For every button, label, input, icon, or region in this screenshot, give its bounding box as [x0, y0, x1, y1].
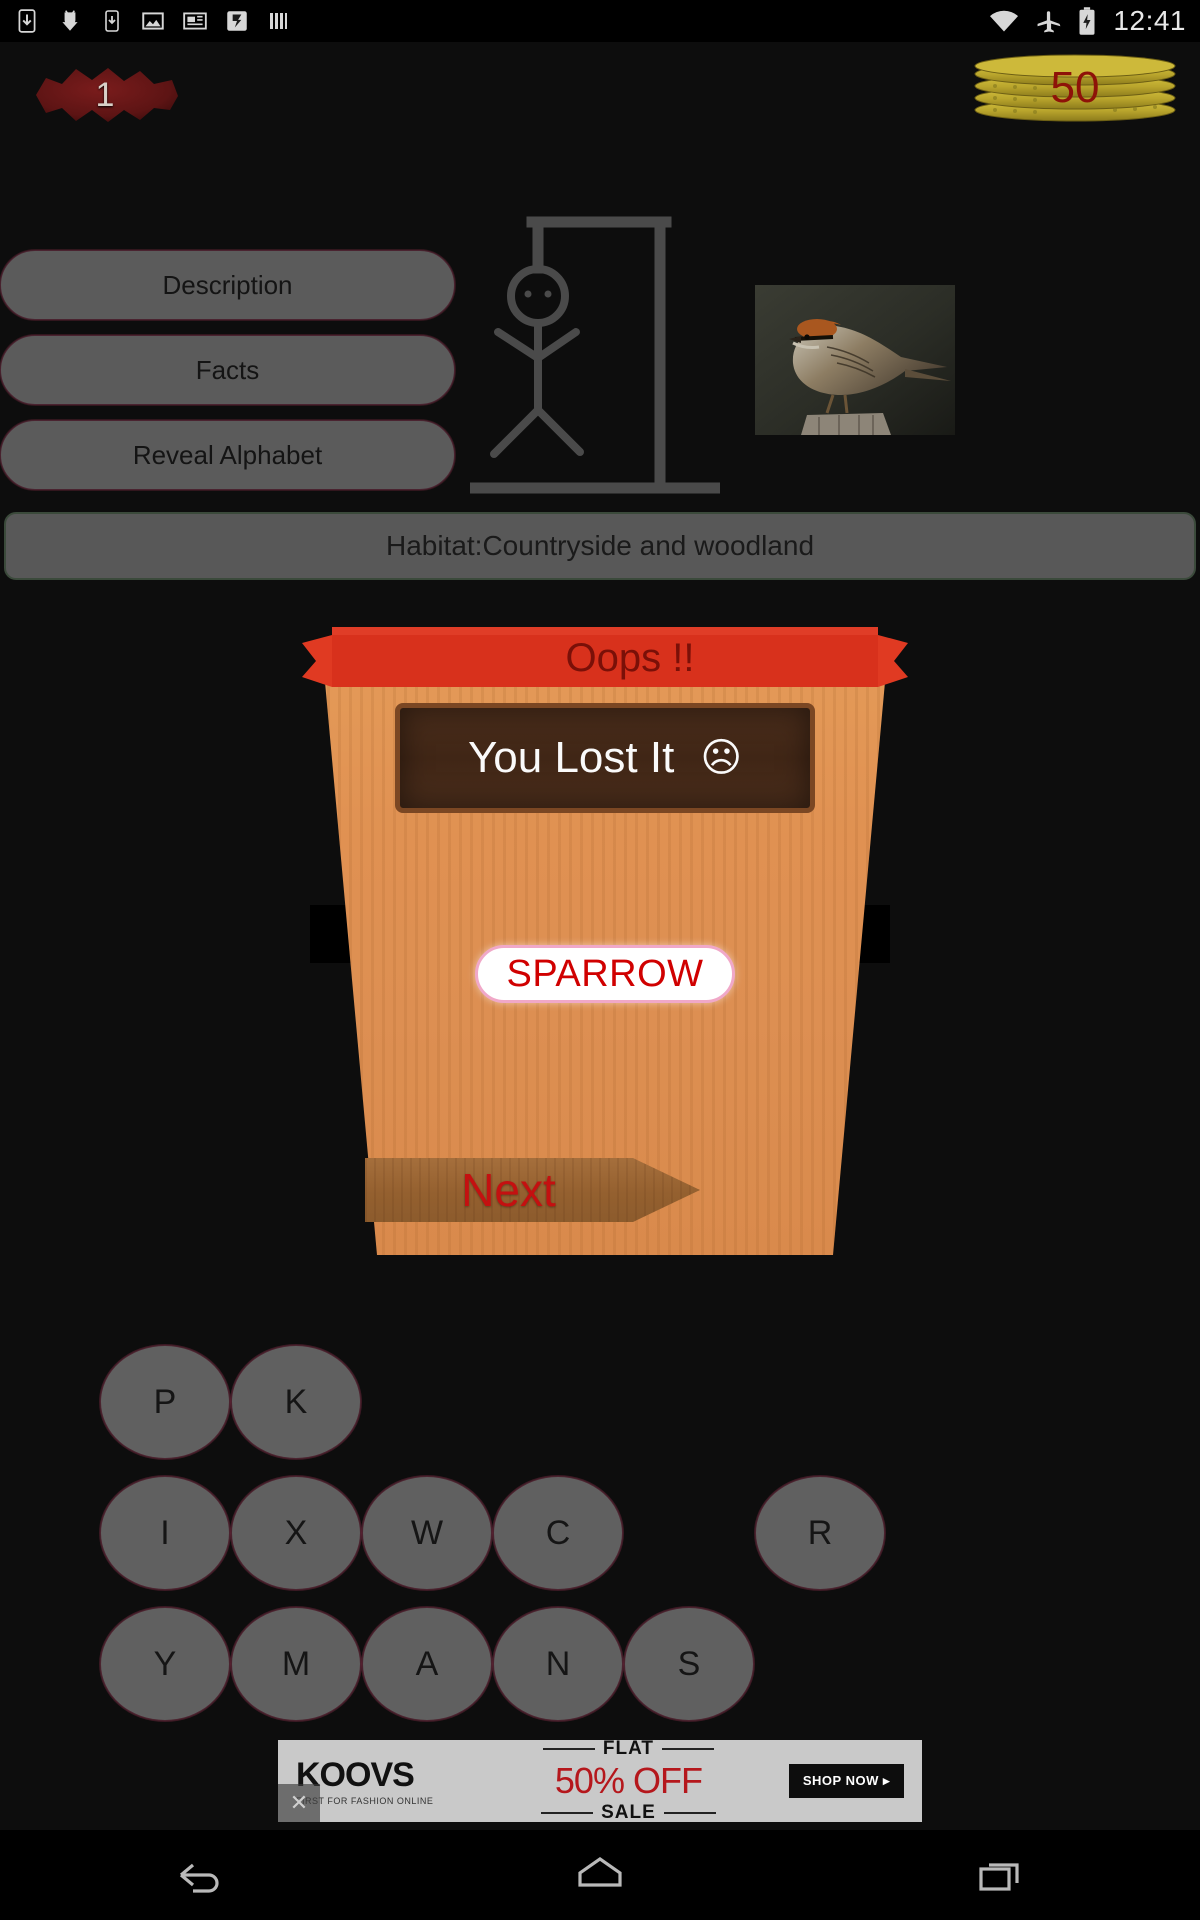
- airplane-mode-icon: [1037, 11, 1061, 33]
- home-icon: [578, 1857, 622, 1887]
- image-icon: [142, 12, 164, 30]
- letter-key-p[interactable]: P: [100, 1345, 230, 1459]
- ad-rule-right: [662, 1748, 714, 1750]
- phone-download-icon: [105, 10, 119, 32]
- letter-key-n[interactable]: N: [493, 1607, 623, 1721]
- game-over-dialog: Oops !! You Lost It ☹ SPARROW Next: [302, 625, 908, 1255]
- letter-key-m[interactable]: M: [231, 1607, 361, 1721]
- dialog-title: Oops !!: [565, 635, 695, 680]
- level-number: 1: [95, 75, 115, 114]
- ad-rule-left-2: [541, 1812, 594, 1814]
- keyboard-row-3: Y M A N S: [0, 1607, 1200, 1738]
- status-bar-system-icons: 12:41: [987, 5, 1186, 37]
- letter-key-a[interactable]: A: [362, 1607, 492, 1721]
- wifi-icon: [990, 10, 1019, 32]
- hangman-eye-right-icon: [544, 290, 552, 298]
- bars-icon: [270, 13, 287, 29]
- ad-banner[interactable]: KOOVS FIRST FOR FASHION ONLINE FLAT 50% …: [278, 1738, 922, 1824]
- sad-face-icon: ☹: [700, 736, 743, 780]
- dialog-result-panel: You Lost It ☹: [395, 703, 815, 813]
- coin-count: 50: [1050, 63, 1100, 112]
- ad-rule-right-2: [663, 1812, 716, 1814]
- option-button-group: Description Facts Reveal Alphabet: [0, 250, 455, 505]
- reveal-alphabet-button[interactable]: Reveal Alphabet: [0, 420, 455, 490]
- ad-offer-block: FLAT 50% OFF SALE: [468, 1738, 789, 1824]
- game-hud: 1 50: [0, 42, 1200, 162]
- back-icon: [179, 1863, 219, 1893]
- ad-close-button[interactable]: ✕: [278, 1784, 320, 1822]
- hint-bar: Habitat:Countryside and woodland: [4, 512, 1196, 580]
- hangman-eye-left-icon: [524, 290, 532, 298]
- dialog-result-text: You Lost It: [467, 733, 675, 782]
- puzzle-image: [755, 285, 955, 435]
- status-bar: 12:41: [0, 0, 1200, 42]
- ad-brand-tagline: FIRST FOR FASHION ONLINE: [296, 1796, 434, 1806]
- android-navigation-bar: [0, 1830, 1200, 1920]
- ad-sale-label: SALE: [601, 1802, 656, 1823]
- android-debug-icon: [62, 10, 78, 31]
- ad-shop-now-button[interactable]: SHOP NOW ▸: [788, 1764, 904, 1798]
- download-icon: [18, 9, 36, 33]
- letter-key-y[interactable]: Y: [100, 1607, 230, 1721]
- battery-charging-icon: [1079, 7, 1095, 35]
- keyboard-row-2: I X W C R: [0, 1476, 1200, 1607]
- recents-icon: [979, 1863, 1019, 1891]
- hangman-figure-icon: [464, 216, 726, 494]
- coin-counter: 50: [970, 52, 1180, 124]
- nav-recents-button[interactable]: [940, 1845, 1060, 1905]
- letter-key-s[interactable]: S: [624, 1607, 754, 1721]
- nav-home-button[interactable]: [540, 1845, 660, 1905]
- level-badge: 1: [20, 60, 190, 130]
- ad-flat-row: FLAT: [542, 1738, 714, 1760]
- keyboard-row-1: P K: [0, 1345, 1200, 1476]
- ad-discount-label: 50% OFF: [554, 1760, 703, 1801]
- status-bar-clock: 12:41: [1113, 5, 1186, 36]
- facts-button[interactable]: Facts: [0, 335, 455, 405]
- hangman-gallows: [464, 210, 726, 500]
- answer-word: SPARROW: [475, 945, 735, 1003]
- description-button[interactable]: Description: [0, 250, 455, 320]
- letter-key-i[interactable]: I: [100, 1476, 230, 1590]
- letter-keyboard: P K I X W C R Y M A N S: [0, 1345, 1200, 1738]
- status-bar-notification-icons: [14, 8, 290, 34]
- ad-flat-label: FLAT: [602, 1738, 654, 1759]
- nav-back-button[interactable]: [140, 1845, 260, 1905]
- ad-sale-row: SALE: [541, 1802, 716, 1824]
- letter-key-k[interactable]: K: [231, 1345, 361, 1459]
- letter-key-c[interactable]: C: [493, 1476, 623, 1590]
- sparrow-photo-icon: [755, 285, 955, 435]
- letter-key-r[interactable]: R: [755, 1476, 885, 1590]
- ad-brand-logo: KOOVS: [296, 1756, 415, 1794]
- letter-key-x[interactable]: X: [231, 1476, 361, 1590]
- letter-key-w[interactable]: W: [362, 1476, 492, 1590]
- ad-rule-left: [542, 1748, 595, 1750]
- music-icon: [227, 11, 247, 31]
- news-icon: [183, 12, 207, 30]
